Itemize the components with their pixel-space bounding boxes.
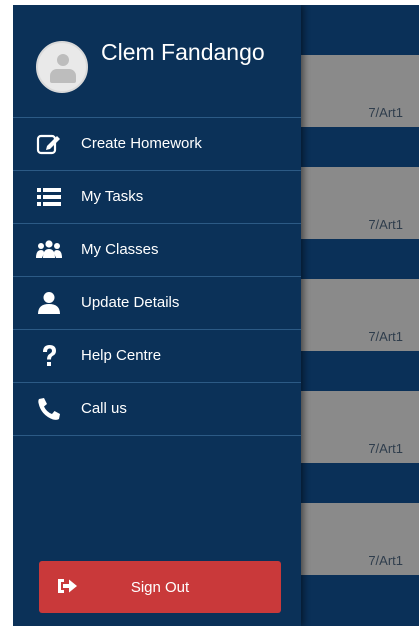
avatar-body-shape: [50, 69, 76, 83]
menu-item-help-centre[interactable]: Help Centre: [13, 329, 301, 382]
sign-out-button[interactable]: Sign Out: [39, 561, 281, 613]
drawer-menu: Create Homework My Tasks My Classes Upda…: [13, 117, 301, 436]
menu-item-create-homework[interactable]: Create Homework: [13, 117, 301, 170]
class-card[interactable]: 7/Art1: [301, 167, 419, 239]
menu-item-update-details[interactable]: Update Details: [13, 276, 301, 329]
class-card-label: 7/Art1: [368, 217, 403, 232]
app-screen: 7/Art1 7/Art1 7/Art1 7/Art1 7/Art1 Clem …: [13, 5, 419, 626]
menu-item-label: Create Homework: [81, 135, 202, 152]
menu-item-my-classes[interactable]: My Classes: [13, 223, 301, 276]
menu-item-label: Call us: [81, 400, 127, 417]
list-icon: [37, 188, 61, 206]
avatar-head-shape: [57, 54, 69, 66]
profile-name: Clem Fandango: [101, 39, 265, 65]
class-card[interactable]: 7/Art1: [301, 279, 419, 351]
menu-item-label: My Tasks: [81, 188, 144, 205]
menu-item-label: My Classes: [81, 241, 159, 258]
class-card-label: 7/Art1: [368, 553, 403, 568]
profile-header: Clem Fandango: [13, 5, 301, 117]
class-card-label: 7/Art1: [368, 329, 403, 344]
navigation-drawer: Clem Fandango Create Homework My Tasks M…: [13, 5, 301, 626]
class-card[interactable]: 7/Art1: [301, 55, 419, 127]
menu-item-my-tasks[interactable]: My Tasks: [13, 170, 301, 223]
avatar: [36, 41, 88, 93]
question-icon: [43, 345, 56, 366]
menu-item-label: Help Centre: [81, 347, 162, 364]
class-card[interactable]: 7/Art1: [301, 503, 419, 575]
edit-icon: [36, 134, 60, 155]
class-card[interactable]: 7/Art1: [301, 391, 419, 463]
group-icon: [36, 240, 62, 258]
class-card-label: 7/Art1: [368, 105, 403, 120]
menu-item-label: Update Details: [81, 294, 180, 311]
class-card-label: 7/Art1: [368, 441, 403, 456]
phone-icon: [38, 398, 60, 420]
menu-item-call-us[interactable]: Call us: [13, 382, 301, 436]
user-icon: [38, 292, 60, 314]
sign-out-label: Sign Out: [130, 579, 190, 596]
